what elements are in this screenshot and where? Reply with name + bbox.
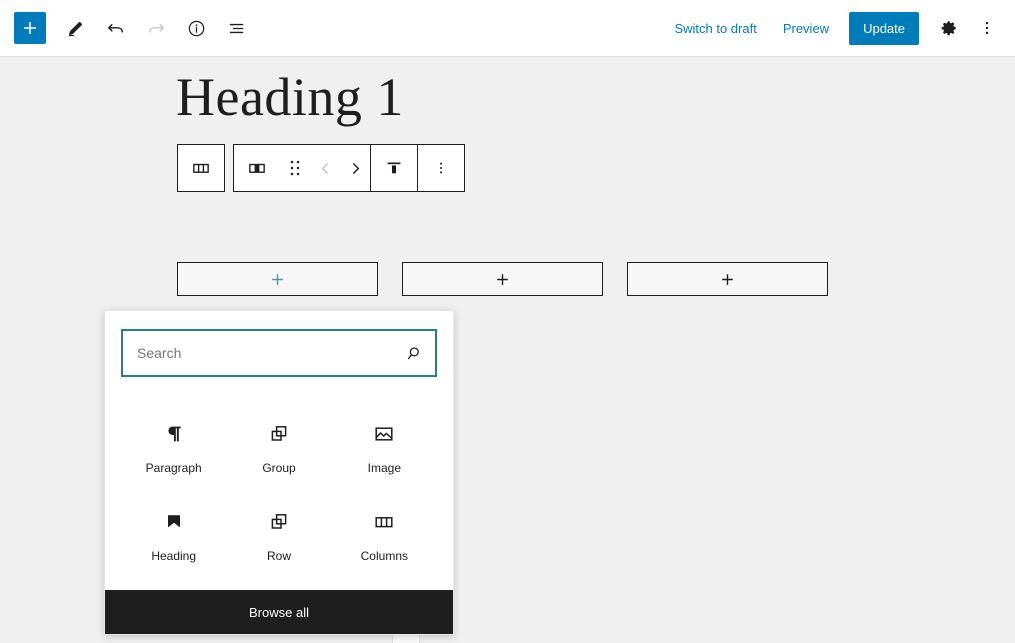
header-left-tools: [0, 10, 254, 46]
options-button[interactable]: [969, 10, 1005, 46]
inserter-block-label: Heading: [151, 548, 197, 563]
inserter-block-row[interactable]: Row: [226, 497, 331, 577]
settings-button[interactable]: [931, 10, 967, 46]
inserter-block-label: Columns: [360, 548, 408, 563]
plus-icon: [24, 22, 36, 34]
tools-button[interactable]: [58, 10, 94, 46]
plus-icon: [497, 273, 508, 285]
inserter-block-heading[interactable]: Heading: [121, 497, 226, 577]
heading-icon: [162, 507, 186, 537]
details-button[interactable]: [178, 10, 214, 46]
inserter-block-image[interactable]: Image: [332, 409, 437, 489]
search-input[interactable]: [123, 331, 435, 375]
plus-icon: [272, 273, 283, 285]
block-type-column-button[interactable]: [234, 145, 280, 191]
browse-all-button[interactable]: Browse all: [105, 590, 453, 635]
inserter-block-label: Paragraph: [145, 461, 202, 475]
redo-icon: [149, 24, 164, 33]
drag-dots-icon: [290, 160, 300, 176]
kebab-icon: [440, 162, 442, 174]
column-appender-1[interactable]: [177, 262, 378, 296]
kebab-icon: [985, 21, 989, 35]
select-parent-block-button[interactable]: [177, 144, 225, 192]
block-toolbar-main: [233, 144, 465, 192]
inserter-block-group[interactable]: Group: [226, 409, 331, 489]
switch-to-draft-button[interactable]: Switch to draft: [662, 15, 768, 42]
page-title[interactable]: Heading 1: [176, 65, 404, 130]
redo-button[interactable]: [138, 10, 174, 46]
columns-block-icon: [193, 163, 209, 173]
undo-button[interactable]: [98, 10, 134, 46]
columns-block: [177, 262, 828, 296]
inserter-search-container: [105, 311, 453, 387]
inserter-block-label: Image: [367, 461, 401, 475]
column-appender-2[interactable]: [402, 262, 603, 296]
chevron-left-icon: [321, 162, 328, 174]
row-icon: [267, 507, 291, 537]
paragraph-icon: [162, 419, 186, 449]
inserter-block-columns[interactable]: Columns: [332, 497, 437, 577]
preview-button[interactable]: Preview: [771, 15, 841, 42]
gear-icon: [941, 21, 956, 36]
info-icon: [188, 20, 204, 36]
vertical-align-button[interactable]: [371, 145, 417, 191]
column-block-icon: [249, 163, 265, 173]
list-view-icon: [229, 23, 243, 33]
block-toolbar: [177, 144, 465, 192]
column-appender-3[interactable]: [627, 262, 828, 296]
header-right-actions: Switch to draft Preview Update: [662, 10, 1015, 46]
chevron-right-icon: [352, 162, 359, 174]
editor-canvas: Heading 1 Search Paragraph Group Image H…: [0, 57, 1015, 643]
move-right-button[interactable]: [340, 145, 370, 191]
editor-header: Switch to draft Preview Update: [0, 0, 1015, 57]
search-icon: [407, 346, 419, 359]
align-top-icon: [387, 162, 401, 174]
list-view-button[interactable]: [218, 10, 254, 46]
pencil-icon: [68, 21, 83, 37]
group-icon: [267, 419, 291, 449]
block-inserter-popover: Paragraph Group Image: [104, 310, 454, 636]
drag-handle[interactable]: [280, 145, 310, 191]
search-button[interactable]: [399, 339, 427, 367]
undo-icon: [108, 24, 123, 33]
add-block-button[interactable]: [14, 12, 46, 44]
columns-icon: [372, 507, 396, 537]
inserter-block-label: Group: [262, 461, 296, 475]
update-button[interactable]: Update: [849, 11, 919, 45]
search-field[interactable]: [121, 329, 437, 377]
parent-columns-cell[interactable]: [178, 145, 224, 191]
block-more-options-button[interactable]: [418, 145, 464, 191]
inserter-block-grid: Paragraph Group Image Heading Row Column…: [105, 387, 453, 590]
inserter-block-label: Row: [266, 548, 291, 563]
move-left-button[interactable]: [310, 145, 340, 191]
inserter-block-paragraph[interactable]: Paragraph: [121, 409, 226, 489]
image-icon: [372, 419, 396, 449]
plus-icon: [722, 273, 733, 285]
